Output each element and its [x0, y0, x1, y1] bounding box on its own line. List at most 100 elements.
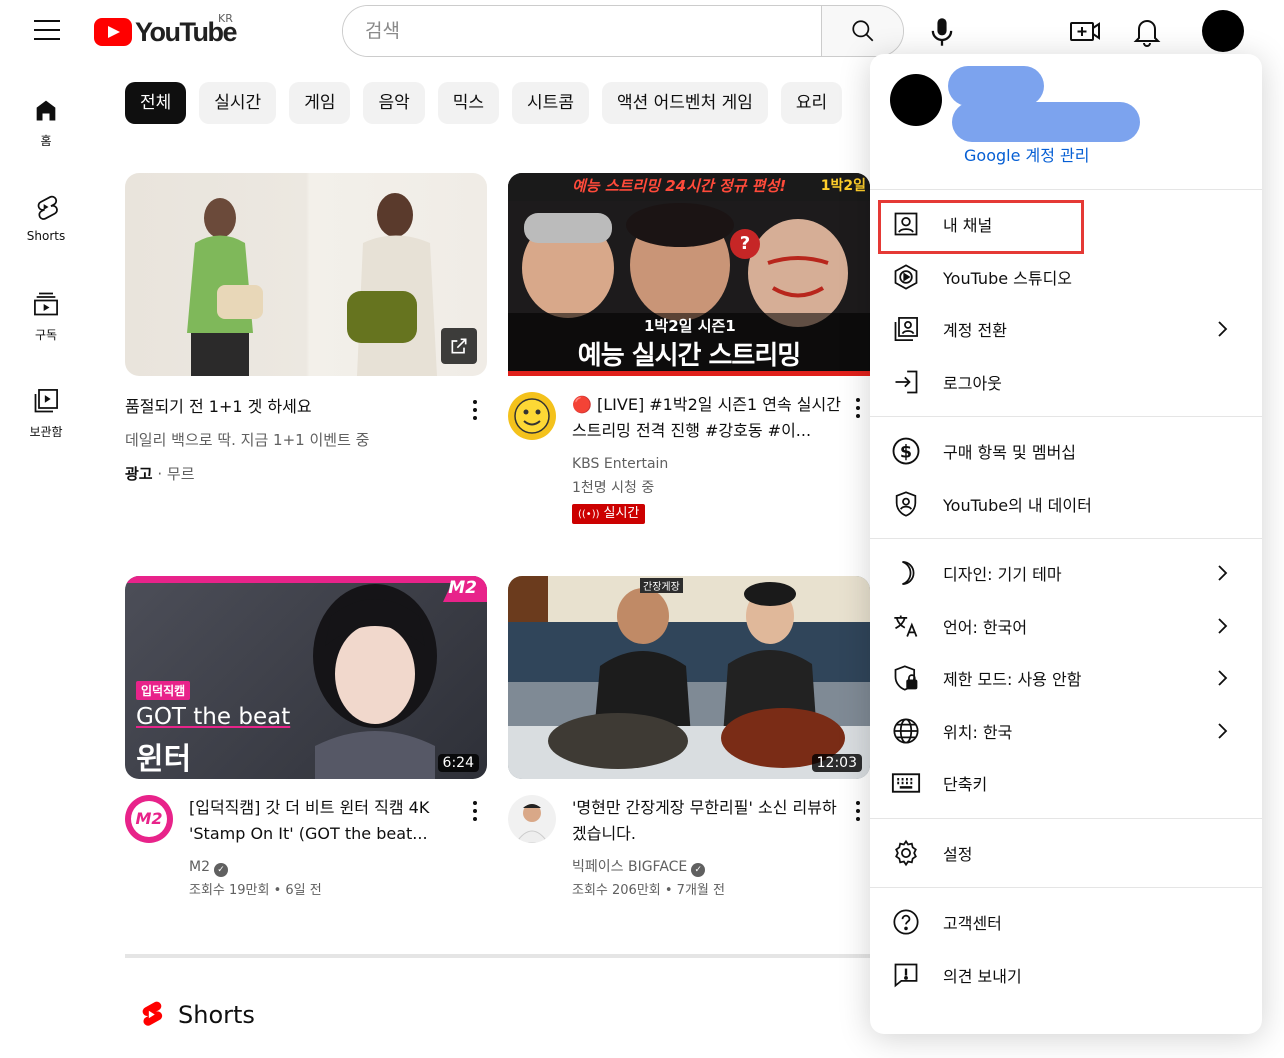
menu-item-sign-out[interactable]: 로그아웃 — [870, 356, 1262, 409]
chip-music[interactable]: 음악 — [363, 82, 425, 124]
menu-item-language[interactable]: 언어: 한국어 — [870, 600, 1262, 653]
side-nav: 홈 Shorts 구독 보관함 — [0, 80, 92, 468]
sidebar-item-shorts[interactable]: Shorts — [0, 177, 92, 274]
section-divider — [125, 954, 870, 958]
channel-avatar[interactable] — [508, 392, 556, 440]
menu-item-help[interactable]: 고객센터 — [870, 896, 1262, 949]
channel-avatar[interactable] — [508, 795, 556, 843]
keyboard-icon — [891, 773, 921, 793]
sidebar-item-home[interactable]: 홈 — [0, 80, 92, 177]
live-badge-label: 실시간 — [603, 506, 640, 521]
more-options-icon[interactable] — [463, 394, 487, 486]
bell-icon[interactable] — [1130, 14, 1164, 48]
menu-icon[interactable] — [34, 20, 60, 42]
ad-separator: · — [152, 465, 167, 483]
thumbnail-season-tag: 1박2일 시즌1 — [644, 317, 736, 335]
ad-description: 데일리 백으로 딱. 지금 1+1 이벤트 중 — [125, 431, 370, 449]
live-dot-icon: 🔴 — [572, 395, 592, 414]
shorts-logo-icon — [142, 1001, 163, 1026]
verified-icon: ✓ — [691, 863, 706, 877]
menu-item-label: 제한 모드: 사용 안함 — [943, 670, 1082, 690]
sidebar-item-label: 홈 — [40, 134, 52, 148]
menu-item-label: YouTube의 내 데이터 — [943, 495, 1092, 515]
chip-mix[interactable]: 믹스 — [437, 82, 500, 124]
library-icon — [34, 389, 58, 413]
more-options-icon[interactable] — [846, 795, 870, 903]
chevron-right-icon — [1218, 565, 1228, 581]
video-title[interactable]: [입덕직캠] 갓 더 비트 윈터 직캠 4K 'Stamp On It' (GO… — [189, 795, 463, 847]
account-avatar-button[interactable] — [1202, 10, 1244, 52]
video-duration: 12:03 — [811, 754, 862, 772]
more-options-icon[interactable] — [463, 795, 487, 903]
live-badge: ((•)) 실시간 — [572, 504, 646, 524]
mic-icon[interactable] — [928, 16, 956, 48]
menu-item-location[interactable]: 위치: 한국 — [870, 705, 1262, 758]
search-button[interactable] — [821, 6, 903, 56]
video-thumbnail[interactable] — [125, 173, 487, 376]
sidebar-item-subscriptions[interactable]: 구독 — [0, 274, 92, 371]
video-thumbnail[interactable]: 간장게장 12:03 — [508, 576, 870, 779]
menu-item-youtube-studio[interactable]: YouTube 스튜디오 — [870, 251, 1262, 304]
chip-games[interactable]: 게임 — [289, 82, 351, 124]
menu-item-label: 단축키 — [943, 775, 988, 795]
video-thumbnail[interactable]: 예능 스트리밍 24시간 정규 편성! 1박2일 ? 1박2일 시즌1 예능 실… — [508, 173, 870, 376]
search-input[interactable] — [343, 6, 821, 56]
feedback-icon — [894, 963, 918, 988]
video-stats: 조회수 206만회 • 7개월 전 — [572, 883, 725, 898]
open-external-icon[interactable] — [441, 328, 477, 364]
video-duration: 6:24 — [437, 754, 479, 772]
manage-google-account-link[interactable]: Google 계정 관리 — [964, 142, 1089, 166]
channel-name[interactable]: M2 — [189, 859, 210, 875]
menu-item-restricted-mode[interactable]: 제한 모드: 사용 안함 — [870, 652, 1262, 705]
chip-sitcom[interactable]: 시트콤 — [512, 82, 589, 124]
globe-icon — [893, 718, 919, 744]
advertiser-name[interactable]: 무르 — [167, 465, 195, 483]
menu-section-preferences: 디자인: 기기 테마 언어: 한국어 제한 모드: 사용 안함 위치: 한국 단… — [870, 539, 1262, 819]
video-title[interactable]: '명현만 간장게장 무한리필' 소신 리뷰하겠습니다. — [572, 795, 846, 847]
chevron-right-icon — [1218, 670, 1228, 686]
chip-live[interactable]: 실시간 — [199, 82, 277, 124]
gear-icon — [895, 839, 917, 866]
create-video-icon[interactable] — [1068, 14, 1102, 48]
ad-label: 광고 — [125, 465, 153, 483]
switch-account-icon — [894, 317, 918, 342]
menu-item-purchases[interactable]: $ 구매 항목 및 멤버십 — [870, 425, 1262, 478]
region-code: KR — [218, 12, 233, 25]
sidebar-item-label: 구독 — [34, 328, 58, 342]
bigface-avatar-icon — [515, 804, 549, 843]
channel-name[interactable]: KBS Entertain — [572, 452, 846, 476]
menu-item-label: 의견 보내기 — [943, 966, 1022, 986]
thumbnail-line1: GOT the beat — [136, 704, 291, 730]
menu-item-your-data[interactable]: YouTube의 내 데이터 — [870, 478, 1262, 531]
chip-cooking[interactable]: 요리 — [780, 82, 843, 124]
thumbnail-logo: M2 — [448, 578, 477, 598]
sidebar-item-library[interactable]: 보관함 — [0, 371, 92, 468]
menu-item-my-channel[interactable]: 내 채널 — [870, 198, 1262, 254]
menu-item-label: 로그아웃 — [943, 373, 1002, 393]
menu-item-send-feedback[interactable]: 의견 보내기 — [870, 949, 1262, 1002]
channel-avatar[interactable]: M2 — [125, 795, 173, 843]
channel-name[interactable]: 빅페이스 BIGFACE — [572, 859, 687, 875]
youtube-logo[interactable]: YouTube KR — [94, 12, 237, 50]
menu-item-settings[interactable]: 설정 — [870, 827, 1262, 880]
menu-item-label: 내 채널 — [943, 216, 993, 236]
home-icon — [36, 100, 56, 121]
thumbnail-corner-logo: 1박2일 — [820, 178, 866, 194]
menu-item-switch-account[interactable]: 계정 전환 — [870, 303, 1262, 356]
menu-item-keyboard-shortcuts[interactable]: 단축키 — [870, 757, 1262, 810]
svg-text:$: $ — [900, 443, 912, 463]
moon-icon — [902, 561, 915, 586]
account-box-icon — [894, 212, 918, 236]
chip-action-adventure[interactable]: 액션 어드벤처 게임 — [601, 82, 768, 124]
studio-icon — [894, 264, 918, 290]
video-thumbnail[interactable]: M2 입덕직캠 GOT the beat 윈터 6:24 — [125, 576, 487, 779]
menu-item-appearance[interactable]: 디자인: 기기 테마 — [870, 547, 1262, 600]
thumbnail-line2: 윈터 — [136, 742, 192, 777]
more-options-icon[interactable] — [846, 392, 870, 524]
chip-all[interactable]: 전체 — [125, 82, 187, 124]
video-title[interactable]: 🔴 [LIVE] #1박2일 시즌1 연속 실시간 스트리밍 전격 진행 #강호… — [572, 392, 846, 444]
account-menu: Google 계정 관리 내 채널 YouTube 스튜디오 계정 전환 로그아… — [870, 54, 1262, 1034]
video-title[interactable]: 품절되기 전 1+1 겟 하세요 — [125, 394, 463, 420]
video-card-ad: 품절되기 전 1+1 겟 하세요 데일리 백으로 딱. 지금 1+1 이벤트 중… — [125, 173, 487, 486]
menu-item-label: 고객센터 — [943, 914, 1002, 934]
